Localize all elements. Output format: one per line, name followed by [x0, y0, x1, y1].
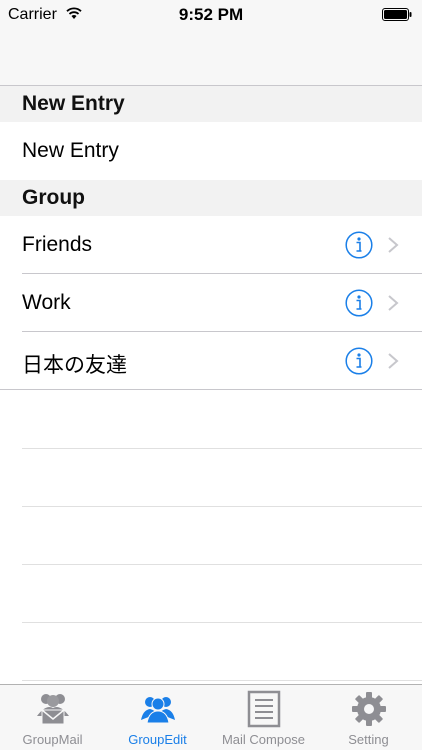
- status-bar: Carrier 9:52 PM: [0, 0, 422, 30]
- tab-groupmail[interactable]: GroupMail: [0, 685, 105, 751]
- empty-row-separator: [22, 448, 422, 449]
- chevron-right-icon: [388, 295, 399, 311]
- tab-mail-compose[interactable]: Mail Compose: [211, 685, 316, 751]
- empty-row-separator: [22, 506, 422, 507]
- group-mail-icon: [37, 694, 69, 725]
- row-label: New Entry: [22, 139, 119, 162]
- empty-row-separator: [22, 680, 422, 681]
- new-entry-row[interactable]: New Entry: [0, 122, 422, 180]
- info-icon[interactable]: [345, 231, 373, 259]
- section-header-label: New Entry: [22, 92, 125, 115]
- status-time: 9:52 PM: [178, 5, 244, 24]
- tab-bar: GroupMail GroupEdit Mail Compose Setting: [0, 684, 422, 750]
- group-row-friends[interactable]: Friends: [0, 216, 422, 274]
- section-header-group: Group: [0, 180, 422, 216]
- empty-row-separator: [22, 564, 422, 565]
- row-label: Work: [22, 291, 71, 314]
- info-icon[interactable]: [345, 289, 373, 317]
- tab-label: Mail Compose: [221, 732, 306, 747]
- tab-label: GroupMail: [22, 732, 83, 747]
- row-label: 日本の友達: [22, 354, 127, 377]
- gear-icon: [352, 692, 386, 726]
- chevron-right-icon: [388, 353, 399, 369]
- section-header-label: Group: [22, 186, 85, 209]
- navigation-bar: [0, 30, 422, 86]
- battery-icon: [382, 8, 412, 21]
- chevron-right-icon: [388, 237, 399, 253]
- compose-icon: [247, 690, 281, 728]
- group-row-japanese-friends[interactable]: 日本の友達: [0, 332, 422, 390]
- group-icon: [141, 697, 175, 724]
- group-row-work[interactable]: Work: [0, 274, 422, 332]
- tab-label: Setting: [348, 732, 389, 747]
- empty-row-separator: [22, 622, 422, 623]
- row-label: Friends: [22, 233, 93, 256]
- tab-groupedit[interactable]: GroupEdit: [105, 685, 210, 751]
- section-header-new-entry: New Entry: [0, 86, 422, 122]
- info-icon[interactable]: [345, 347, 373, 375]
- tab-setting[interactable]: Setting: [316, 685, 421, 751]
- row-separator: [0, 389, 422, 390]
- tab-label: GroupEdit: [128, 732, 187, 747]
